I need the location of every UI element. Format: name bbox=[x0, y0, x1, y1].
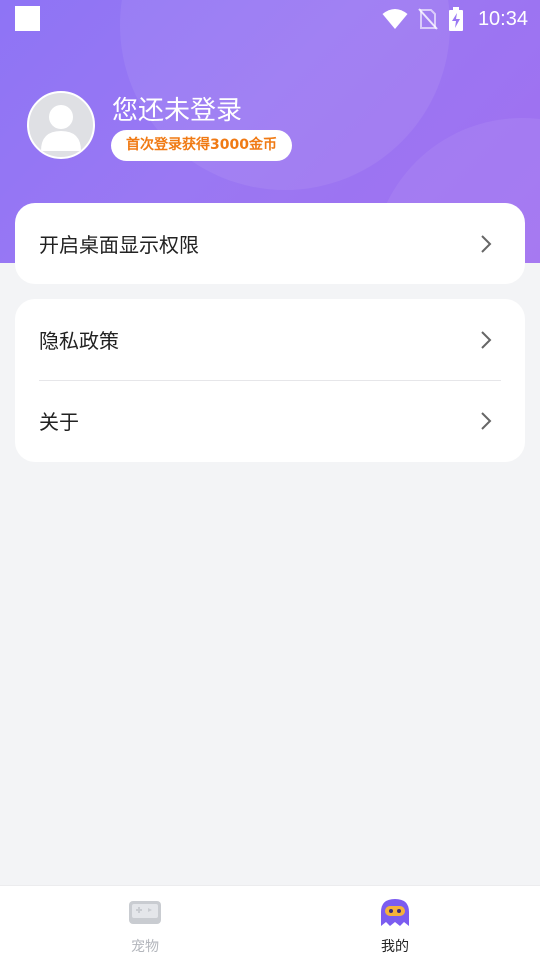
status-icons: 10:34 bbox=[382, 4, 528, 34]
chevron-right-icon bbox=[481, 331, 492, 349]
menu-item-about[interactable]: 关于 bbox=[15, 380, 525, 461]
user-placeholder-icon bbox=[41, 105, 81, 151]
no-sim-icon bbox=[418, 8, 438, 30]
ghost-icon bbox=[381, 899, 409, 926]
menu-item-label: 关于 bbox=[39, 410, 79, 434]
login-reward-badge: 首次登录获得3000金币 bbox=[111, 130, 292, 161]
wifi-icon bbox=[382, 9, 408, 29]
notification-icon bbox=[15, 6, 40, 31]
tab-label: 宠物 bbox=[131, 939, 159, 955]
menu-item-label: 开启桌面显示权限 bbox=[39, 233, 199, 257]
avatar[interactable] bbox=[27, 91, 95, 159]
permission-card: 开启桌面显示权限 bbox=[15, 203, 525, 284]
tab-pet[interactable]: 宠物 bbox=[10, 886, 280, 960]
tab-label: 我的 bbox=[381, 939, 409, 955]
menu-item-desktop-permission[interactable]: 开启桌面显示权限 bbox=[15, 203, 525, 284]
battery-charging-icon bbox=[448, 7, 463, 31]
status-time: 10:34 bbox=[477, 7, 528, 30]
chevron-right-icon bbox=[481, 412, 492, 430]
settings-card: 隐私政策 关于 bbox=[15, 299, 525, 462]
profile-screen: 10:34 您还未登录 首次登录获得3000金币 开启桌面显示权限 隐私政策 关… bbox=[0, 0, 540, 960]
tab-me[interactable]: 我的 bbox=[260, 886, 530, 960]
bottom-navigation: 宠物 我的 bbox=[0, 885, 540, 960]
menu-item-privacy-policy[interactable]: 隐私政策 bbox=[15, 299, 525, 380]
gamepad-icon bbox=[129, 901, 161, 924]
menu-item-label: 隐私政策 bbox=[39, 329, 119, 353]
chevron-right-icon bbox=[481, 235, 492, 253]
status-bar: 10:34 bbox=[0, 0, 540, 38]
login-prompt[interactable]: 您还未登录 bbox=[112, 90, 242, 127]
